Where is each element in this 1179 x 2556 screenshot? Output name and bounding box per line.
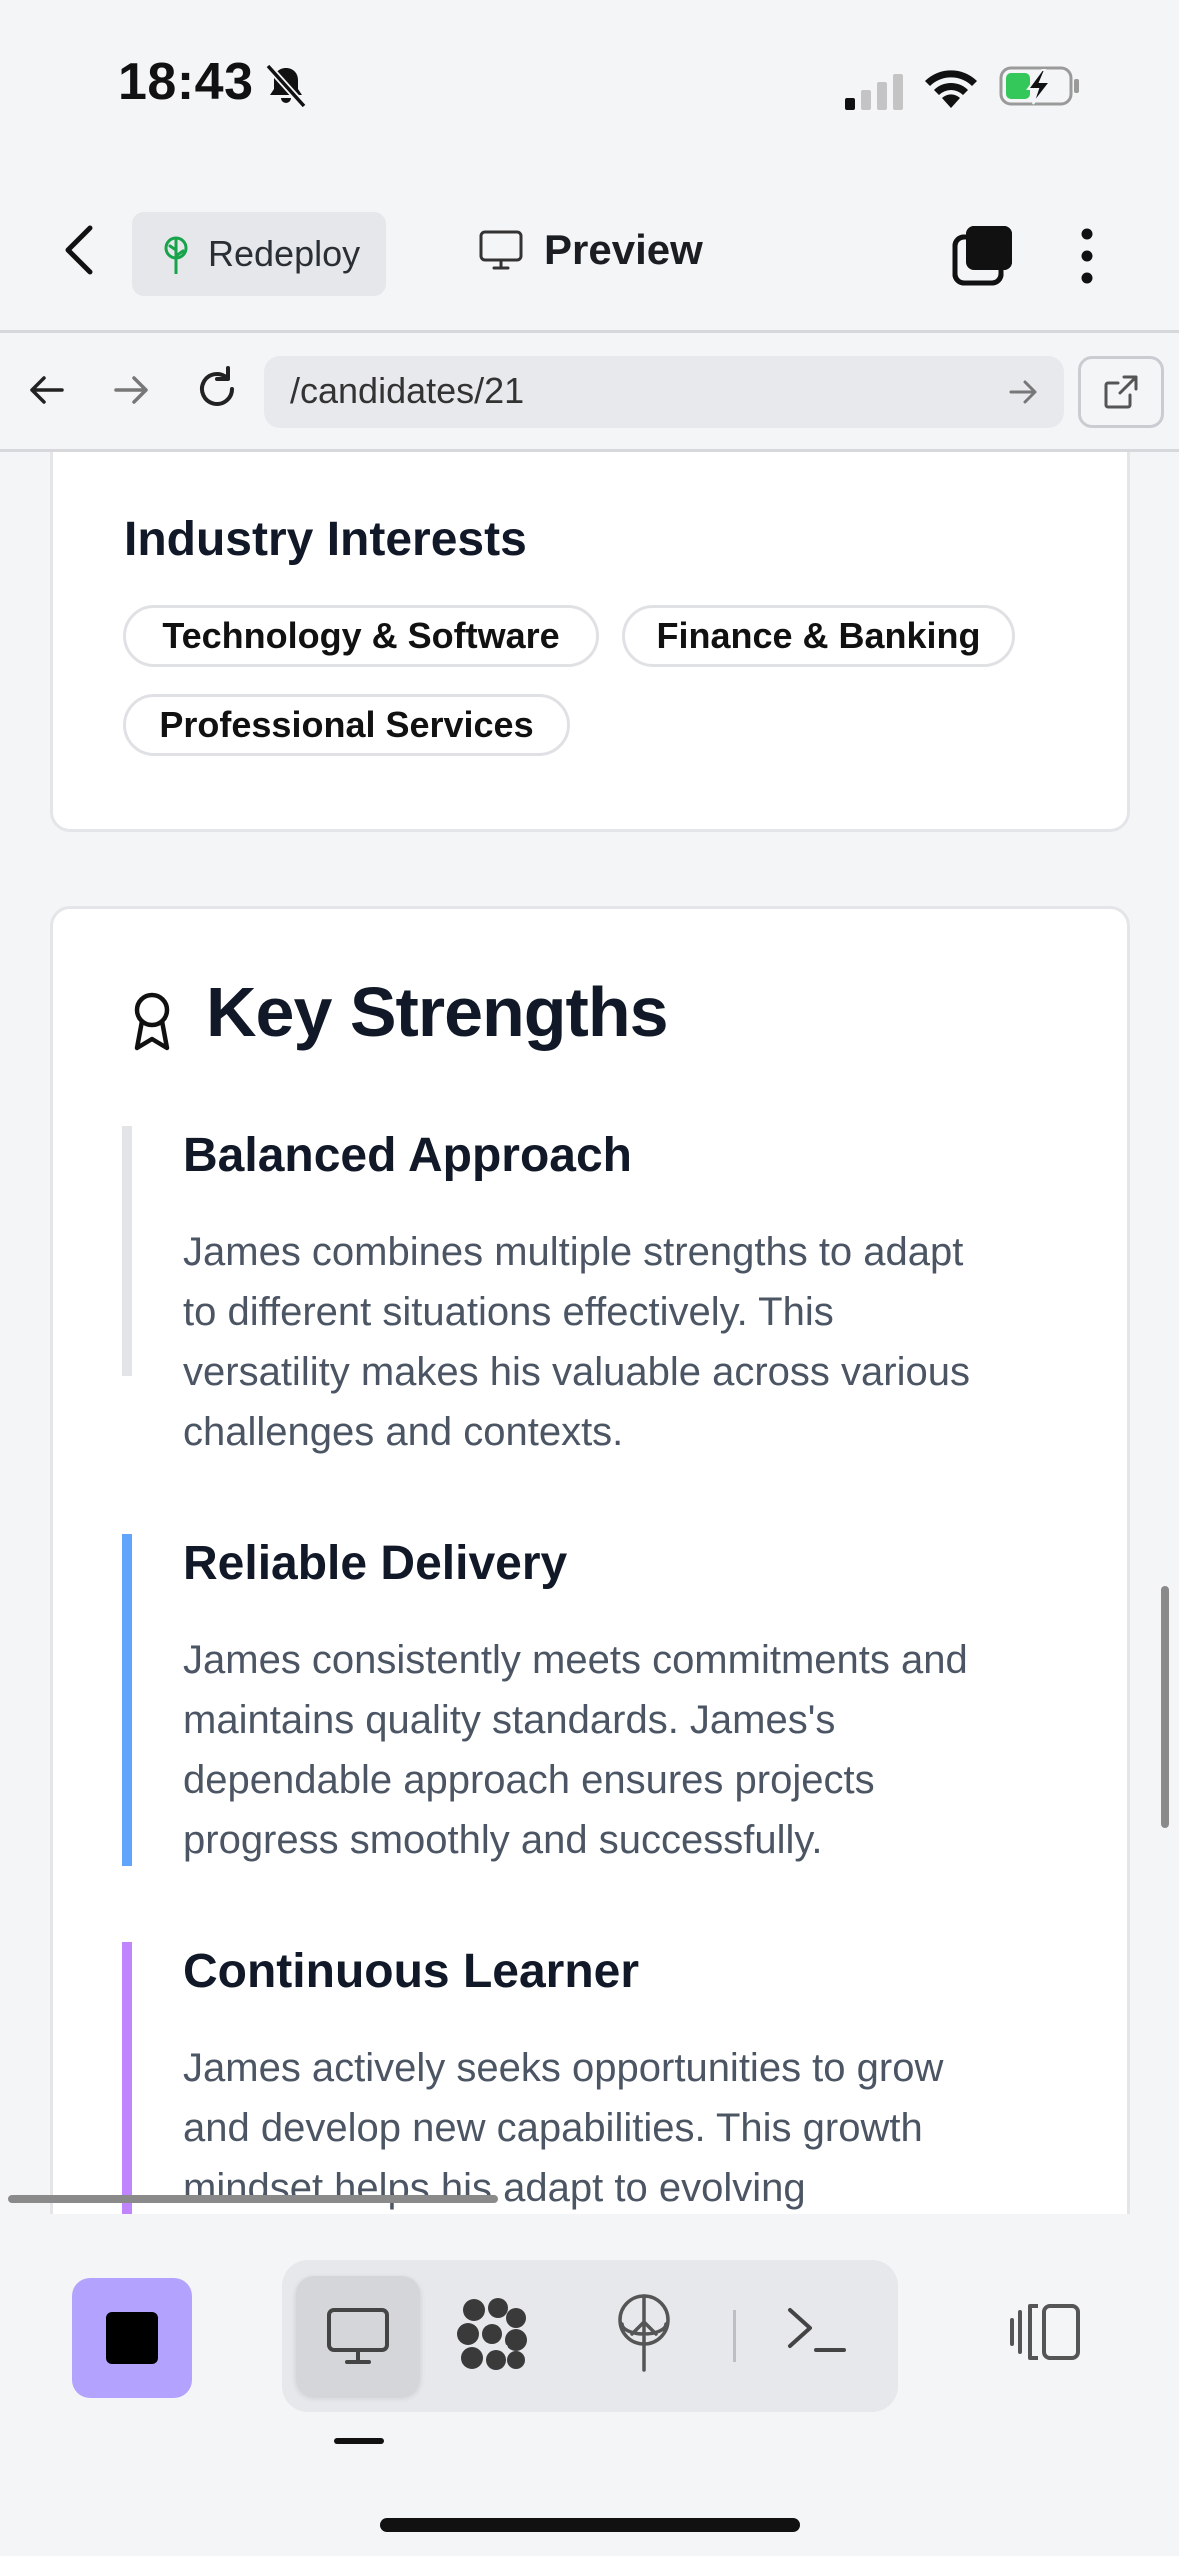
url-text: /candidates/21	[290, 370, 525, 411]
strength-title: Reliable Delivery	[183, 1537, 568, 1590]
strength-accent-bar	[122, 1942, 132, 2214]
industry-tag: Professional Services	[123, 694, 570, 756]
redeploy-button[interactable]: Redeploy	[132, 212, 386, 296]
key-strengths-title: Key Strengths	[206, 973, 669, 1051]
url-go-arrow-icon[interactable]	[1008, 377, 1040, 407]
side-panel-icon[interactable]	[1008, 2300, 1084, 2364]
strength-title: Continuous Learner	[183, 1945, 640, 1998]
stop-icon	[106, 2312, 158, 2364]
strength-description: James combines multiple strengths to ada…	[183, 1230, 970, 1454]
active-mode-indicator	[334, 2438, 384, 2444]
wifi-icon	[925, 70, 977, 108]
redeploy-label: Redeploy	[208, 233, 361, 274]
award-ribbon-icon	[134, 992, 170, 1051]
vertical-scrollbar[interactable]	[1161, 1586, 1169, 1828]
signal-icon	[845, 74, 903, 110]
monitor-icon	[479, 230, 523, 270]
industry-interests-title: Industry Interests	[124, 513, 527, 566]
strength-accent-bar	[122, 1534, 132, 1866]
open-external-button[interactable]	[1078, 356, 1164, 428]
reload-icon[interactable]	[192, 364, 242, 414]
page-content[interactable]: Industry Interests Technology & Software…	[0, 452, 1179, 2214]
nav-back-icon[interactable]	[26, 370, 66, 410]
monitor-icon	[327, 2308, 389, 2364]
strength-accent-bar	[122, 1126, 132, 1376]
industry-tag: Technology & Software	[123, 605, 599, 667]
bell-slash-icon	[265, 63, 307, 109]
nav-forward-icon[interactable]	[112, 370, 152, 410]
mode-agents-icon[interactable]	[454, 2296, 530, 2372]
home-indicator	[380, 2518, 800, 2532]
status-time: 18:43	[118, 53, 254, 111]
strength-description: James consistently meets commitments and…	[183, 1638, 968, 1862]
back-chevron-icon[interactable]	[60, 222, 100, 278]
preview-tab[interactable]: Preview	[478, 226, 703, 274]
battery-charging-icon	[999, 66, 1079, 106]
preview-label: Preview	[544, 226, 703, 273]
mode-divider	[733, 2310, 736, 2362]
strength-title: Balanced Approach	[183, 1129, 632, 1182]
strength-description: James actively seeks opportunities to gr…	[183, 2046, 944, 2210]
external-link-icon	[1104, 375, 1138, 409]
industry-tag: Finance & Banking	[622, 605, 1015, 667]
mode-desktop-button[interactable]	[296, 2276, 420, 2396]
mode-deploy-icon[interactable]	[614, 2294, 674, 2372]
terminal-icon[interactable]	[784, 2300, 848, 2360]
tabs-icon[interactable]	[952, 224, 1014, 286]
tree-icon	[164, 236, 188, 274]
horizontal-scrollbar[interactable]	[8, 2195, 498, 2203]
stop-button[interactable]	[72, 2278, 192, 2398]
more-options-icon[interactable]	[1072, 226, 1102, 286]
